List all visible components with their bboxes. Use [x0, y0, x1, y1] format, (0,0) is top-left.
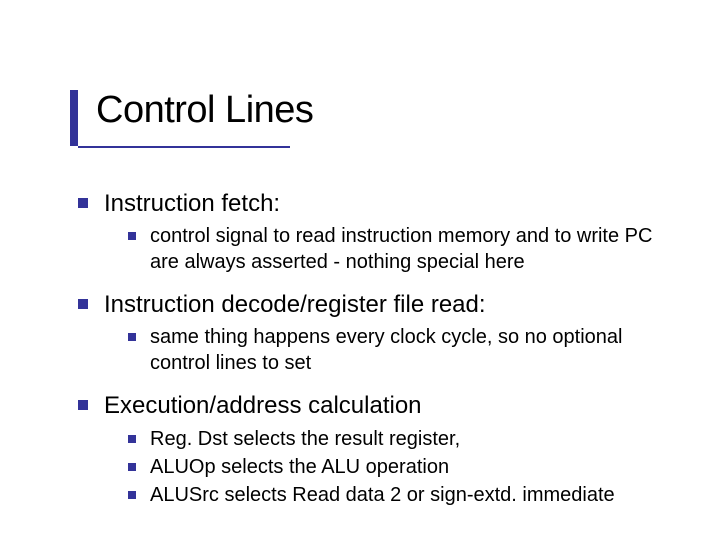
sub-item-text: control signal to read instruction memor… [150, 223, 674, 275]
title-block: Control Lines [70, 90, 313, 132]
accent-bar [70, 90, 78, 146]
square-bullet-icon [128, 232, 136, 240]
list-item: Execution/address calculation [78, 390, 674, 421]
square-bullet-icon [128, 463, 136, 471]
section-heading: Instruction fetch: [104, 188, 280, 219]
list-item: ALUOp selects the ALU operation [128, 454, 674, 480]
list-item: ALUSrc selects Read data 2 or sign-extd.… [128, 482, 674, 508]
sub-item-text: Reg. Dst selects the result register, [150, 426, 460, 452]
list-item: Instruction fetch: [78, 188, 674, 219]
sub-item-text: same thing happens every clock cycle, so… [150, 324, 674, 376]
square-bullet-icon [128, 333, 136, 341]
list-item: same thing happens every clock cycle, so… [128, 324, 674, 376]
sub-list: control signal to read instruction memor… [128, 223, 674, 275]
list-item: Instruction decode/register file read: [78, 289, 674, 320]
slide: Control Lines Instruction fetch: control… [0, 0, 720, 540]
square-bullet-icon [128, 435, 136, 443]
section-heading: Execution/address calculation [104, 390, 422, 421]
sub-list: same thing happens every clock cycle, so… [128, 324, 674, 376]
square-bullet-icon [78, 198, 88, 208]
list-item: Reg. Dst selects the result register, [128, 426, 674, 452]
accent-rule [78, 146, 290, 148]
square-bullet-icon [128, 491, 136, 499]
section-2: Execution/address calculation Reg. Dst s… [78, 390, 674, 507]
section-1: Instruction decode/register file read: s… [78, 289, 674, 376]
sub-list: Reg. Dst selects the result register, AL… [128, 426, 674, 508]
sub-item-text: ALUSrc selects Read data 2 or sign-extd.… [150, 482, 615, 508]
sub-item-text: ALUOp selects the ALU operation [150, 454, 449, 480]
list-item: control signal to read instruction memor… [128, 223, 674, 275]
section-heading: Instruction decode/register file read: [104, 289, 486, 320]
slide-title: Control Lines [70, 90, 313, 132]
slide-body: Instruction fetch: control signal to rea… [78, 188, 674, 522]
square-bullet-icon [78, 299, 88, 309]
section-0: Instruction fetch: control signal to rea… [78, 188, 674, 275]
square-bullet-icon [78, 400, 88, 410]
